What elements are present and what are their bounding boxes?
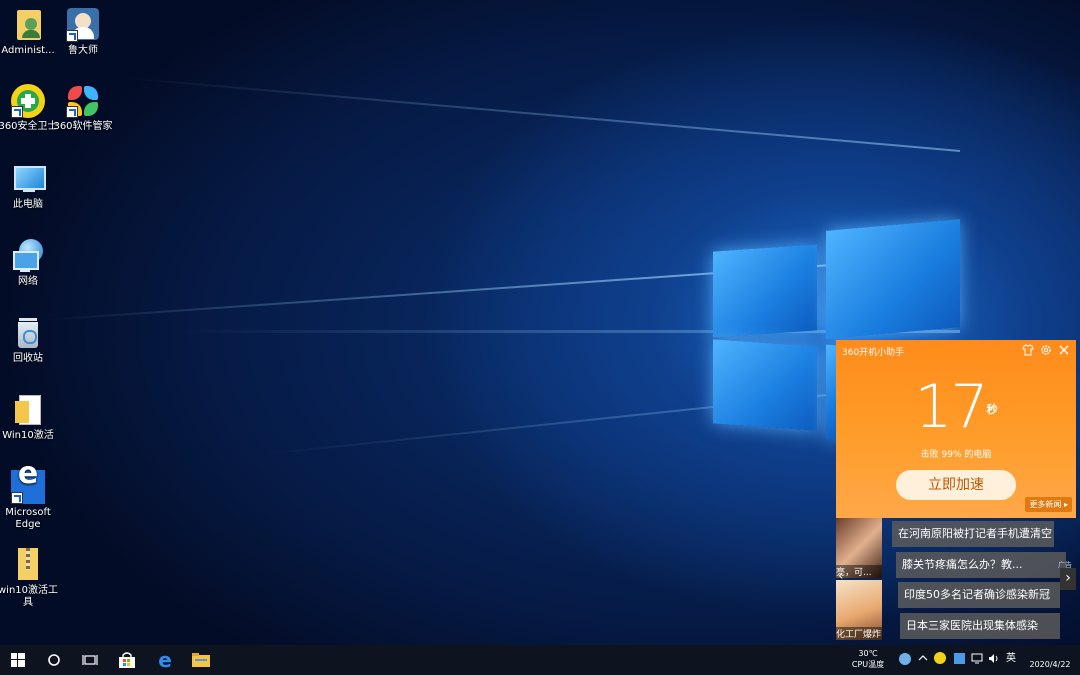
network-tray-icon[interactable]	[971, 653, 983, 667]
light-beam	[42, 255, 961, 322]
icon-label: win10激活工具	[0, 585, 59, 608]
360-software-manager-icon	[66, 84, 100, 118]
icon-label: Microsoft Edge	[5, 507, 51, 530]
desktop-icon-edge[interactable]: e Microsoft Edge	[0, 459, 63, 531]
widget-title: 360开机小助手	[842, 348, 905, 358]
user-folder-icon	[11, 8, 45, 42]
desktop-icon-recycle-bin[interactable]: 回收站	[0, 316, 63, 365]
next-arrow-icon[interactable]: ›	[1060, 568, 1076, 590]
headline-text: 膝关节疼痛怎么办？教...	[902, 558, 1023, 571]
edge-icon: e	[11, 459, 45, 504]
cpu-temp-value: 30℃	[858, 649, 878, 658]
prev-arrow-icon[interactable]: ‹	[838, 568, 844, 584]
icon-label: 网络	[18, 276, 38, 287]
boot-time-value: 17	[914, 372, 988, 442]
store-taskbar-button[interactable]	[110, 645, 144, 675]
icon-label: 回收站	[13, 353, 43, 364]
task-view-icon	[82, 655, 98, 665]
gear-icon[interactable]	[1040, 344, 1052, 359]
start-button[interactable]	[1, 645, 35, 675]
store-bag-icon	[119, 652, 135, 668]
desktop-icon-win10-activation-tool[interactable]: win10激活工具	[0, 548, 63, 609]
windows-logo-pane	[713, 339, 817, 431]
recycle-bin-icon	[11, 316, 45, 350]
360-safe-icon	[11, 84, 45, 118]
cpu-temperature[interactable]: 30℃ CPU温度	[846, 648, 890, 670]
light-beam	[123, 76, 961, 152]
news-headline[interactable]: 在河南原阳被打记者手机遭清空	[892, 521, 1054, 547]
close-icon[interactable]	[1058, 344, 1070, 359]
thumbnail-caption: 化工厂爆炸	[836, 627, 882, 640]
zip-folder-icon	[11, 548, 45, 582]
desktop-icon-this-pc[interactable]: 此电脑	[0, 162, 63, 211]
clock-date[interactable]: 2020/4/22	[1026, 659, 1074, 670]
computer-icon	[11, 162, 46, 196]
ludashi-icon	[66, 8, 100, 42]
news-headline[interactable]: 日本三家医院出现集体感染	[900, 613, 1060, 639]
explorer-taskbar-button[interactable]	[184, 645, 218, 675]
desktop-icon-win10-activate[interactable]: Win10激活	[0, 393, 63, 442]
icon-label: 360软件管家	[53, 121, 113, 132]
shortcut-arrow-icon	[11, 106, 23, 118]
volume-tray-icon[interactable]	[988, 653, 1000, 667]
windows-start-icon	[11, 653, 25, 667]
shortcut-arrow-icon	[66, 30, 78, 42]
boot-rank-text: 击败 99% 的电脑	[920, 450, 992, 460]
boot-helper-widget: 360开机小助手 17秒 击败 99% 的电脑 立即加速 更多新闻 ▸	[836, 340, 1076, 518]
network-globe-icon	[11, 239, 45, 273]
shortcut-arrow-icon	[66, 106, 78, 118]
cpu-temp-label: CPU温度	[851, 660, 885, 669]
boot-time-unit: 秒	[986, 403, 998, 416]
speedup-button[interactable]: 立即加速	[896, 470, 1016, 500]
ime-indicator[interactable]: 英	[1006, 653, 1016, 664]
news-panel: 亮，可... 化工厂爆炸 在河南原阳被打记者手机遭清空 膝关节疼痛怎么办？教..…	[836, 518, 1076, 645]
edge-taskbar-button[interactable]: e	[148, 645, 182, 675]
folder-icon	[192, 653, 210, 667]
news-headline[interactable]: 印度50多名记者确诊感染新冠	[898, 582, 1060, 608]
desktop-icon-360softmgr[interactable]: 360软件管家	[48, 84, 118, 133]
security-tray-icon[interactable]	[954, 653, 965, 664]
shirt-icon[interactable]	[1022, 344, 1034, 359]
icon-label: 鲁大师	[68, 45, 98, 56]
desktop-icon-ludashi[interactable]: 鲁大师	[48, 8, 118, 57]
cortana-circle-icon	[48, 654, 60, 666]
boot-time-display: 17秒	[836, 372, 1076, 442]
more-news-link[interactable]: 更多新闻 ▸	[1025, 497, 1072, 512]
search-button[interactable]	[37, 645, 71, 675]
icon-label: Win10激活	[2, 430, 54, 441]
360-tray-icon[interactable]	[934, 652, 946, 664]
edge-icon: e	[158, 648, 172, 672]
chevron-up-icon[interactable]	[918, 653, 928, 666]
windows-logo-pane	[826, 219, 960, 339]
icon-label: 此电脑	[13, 199, 43, 210]
taskbar: e 30℃ CPU温度 英 2020/4/22	[0, 645, 1080, 675]
task-view-button[interactable]	[73, 645, 107, 675]
activation-doc-icon	[11, 393, 45, 427]
ludashi-tray-icon[interactable]	[899, 653, 911, 665]
shortcut-arrow-icon	[11, 492, 23, 504]
news-headline[interactable]: 膝关节疼痛怎么办？教...	[896, 552, 1066, 578]
news-thumbnail[interactable]: 化工厂爆炸	[836, 580, 882, 640]
desktop-icon-network[interactable]: 网络	[0, 239, 63, 288]
windows-logo-pane	[713, 244, 817, 338]
